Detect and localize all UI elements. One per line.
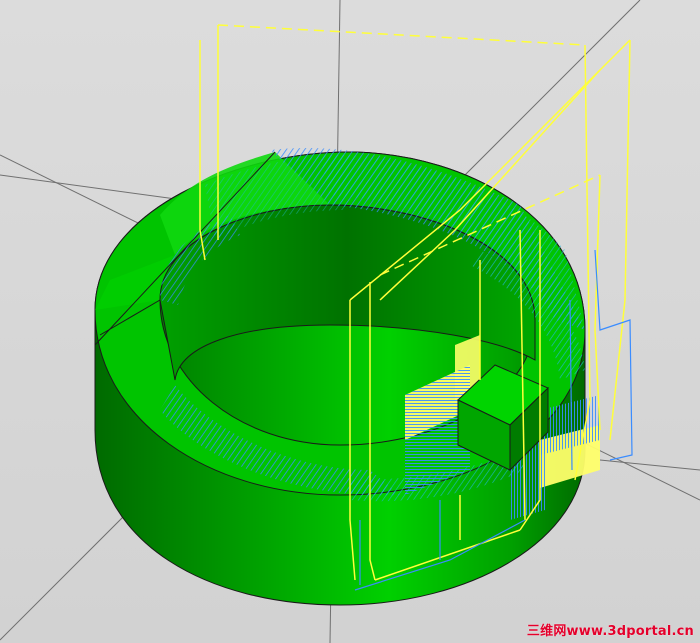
cad-3d-viewport[interactable]: 三维网www.3dportal.cn [0, 0, 700, 643]
watermark-text: 三维网www.3dportal.cn [526, 624, 694, 639]
3d-scene [0, 0, 700, 643]
